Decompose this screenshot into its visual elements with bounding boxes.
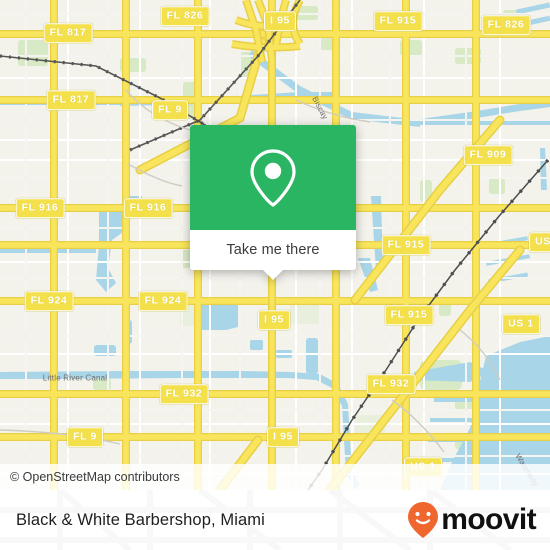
shield-i-95-lower[interactable]: I 95 — [267, 427, 299, 447]
moovit-logo[interactable]: moovit — [407, 501, 537, 539]
shield-fl-915[interactable]: FL 915 — [373, 11, 423, 31]
popup-footer[interactable]: Take me there — [190, 230, 356, 280]
shield-fl-9[interactable]: FL 9 — [152, 100, 188, 120]
place-title: Black & White Barbershop, Miami — [16, 510, 265, 529]
shield-fl-924-west[interactable]: FL 924 — [24, 291, 74, 311]
map-screenshot: Little River Canal Biscay Waterway FL 81… — [0, 0, 550, 550]
shield-fl-826-east[interactable]: FL 826 — [481, 15, 531, 35]
map-canvas[interactable]: Little River Canal Biscay Waterway FL 81… — [0, 0, 550, 490]
shield-fl-932-east[interactable]: FL 932 — [366, 374, 416, 394]
shield-us-partial[interactable]: US — [529, 232, 550, 252]
shield-fl-916-west[interactable]: FL 916 — [15, 198, 65, 218]
shield-fl-915-mid[interactable]: FL 915 — [381, 235, 431, 255]
shield-fl-924-east[interactable]: FL 924 — [138, 291, 188, 311]
shield-fl-817-lower[interactable]: FL 817 — [46, 90, 96, 110]
shield-fl-9-lower[interactable]: FL 9 — [67, 427, 103, 447]
popup-header — [190, 125, 356, 230]
popup-pointer — [262, 269, 284, 280]
moovit-wordmark: moovit — [441, 503, 536, 536]
take-me-there-label: Take me there — [226, 242, 320, 258]
footer-bar: Black & White Barbershop, Miami moovit — [0, 490, 550, 550]
osm-attribution-text[interactable]: © OpenStreetMap contributors — [0, 470, 180, 484]
attribution-bar: © OpenStreetMap contributors — [0, 464, 550, 490]
shield-fl-932-west[interactable]: FL 932 — [159, 384, 209, 404]
location-popup-card[interactable]: Take me there — [190, 125, 356, 280]
shield-fl-915-lower[interactable]: FL 915 — [384, 305, 434, 325]
map-label-little-river-canal: Little River Canal — [42, 373, 108, 383]
shield-fl-909[interactable]: FL 909 — [463, 145, 513, 165]
shield-fl-817[interactable]: FL 817 — [43, 23, 93, 43]
shield-us-1-east[interactable]: US 1 — [502, 314, 540, 334]
map-pin-icon — [250, 148, 296, 207]
moovit-smiley-pin-icon — [408, 502, 439, 538]
shield-fl-826[interactable]: FL 826 — [160, 6, 210, 26]
shield-i-95[interactable]: I 95 — [264, 11, 296, 31]
shield-fl-916-east[interactable]: FL 916 — [123, 198, 173, 218]
shield-i-95-mid[interactable]: I 95 — [258, 310, 290, 330]
